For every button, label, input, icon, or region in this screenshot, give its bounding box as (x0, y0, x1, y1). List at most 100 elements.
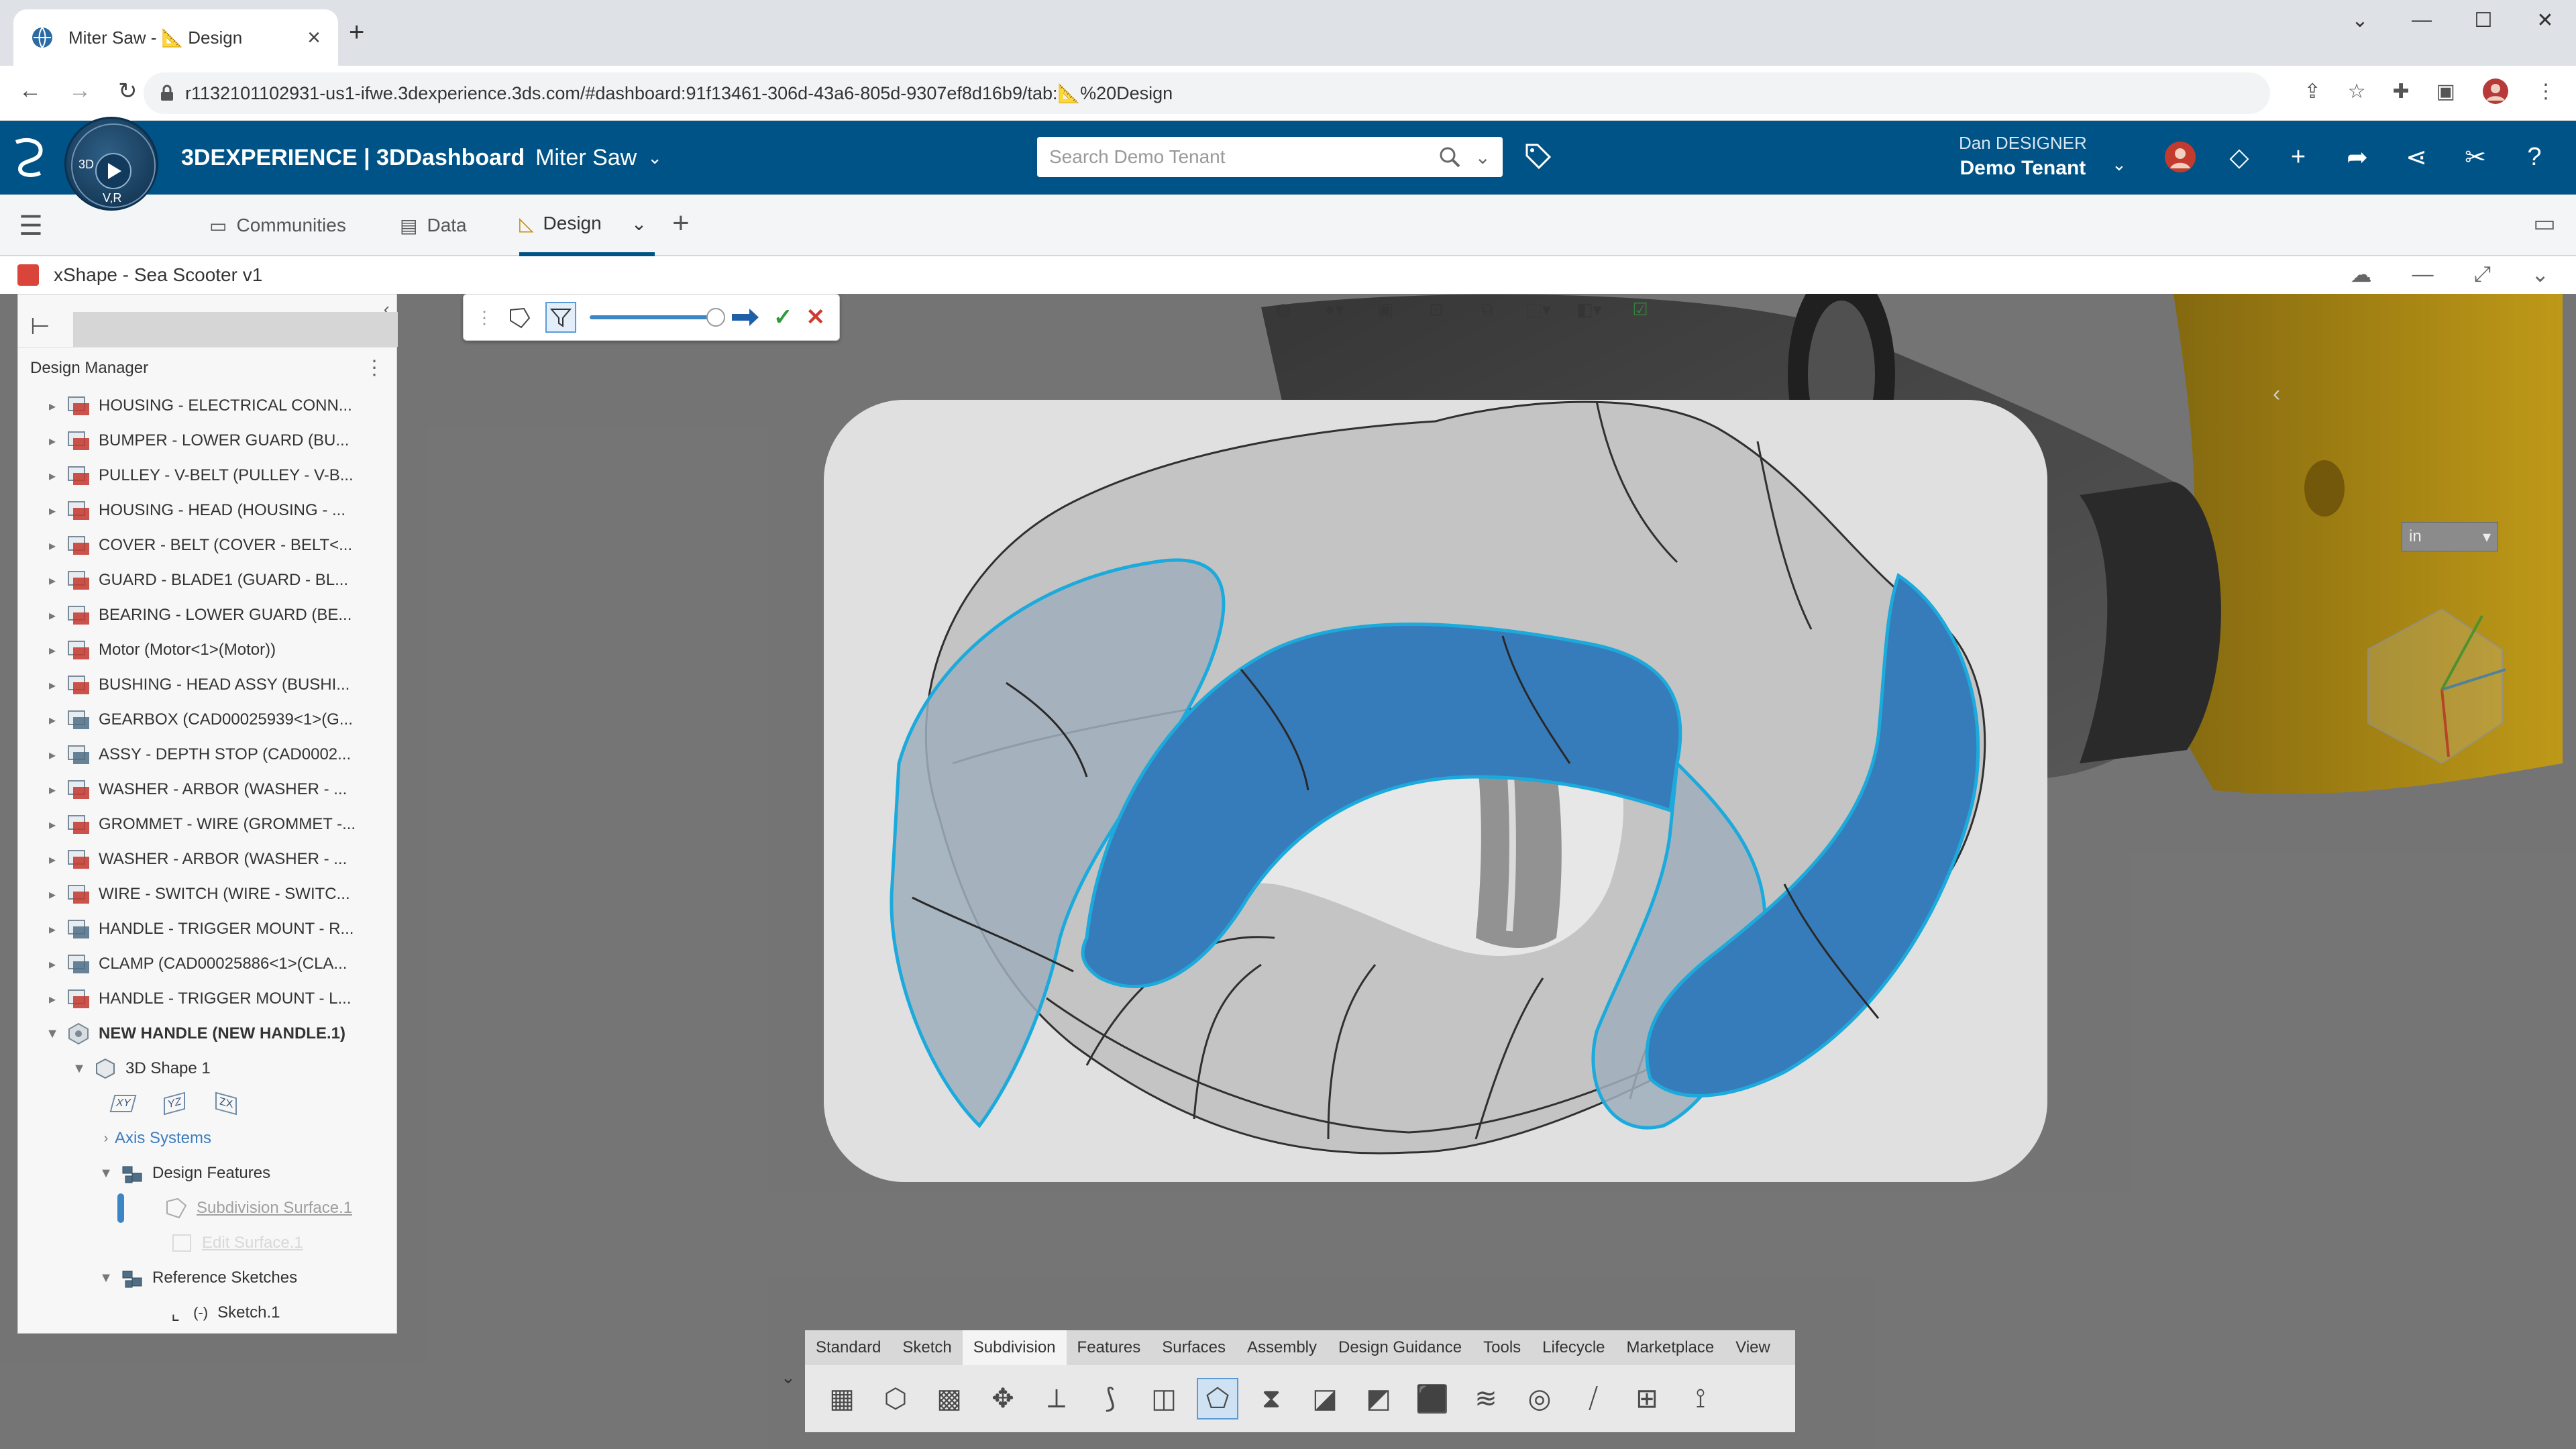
cube-icon[interactable]: ⬡ (875, 1378, 916, 1419)
units-select[interactable]: in ▾ (2402, 522, 2498, 551)
render-style-icon[interactable]: ◍ (1268, 294, 1299, 325)
sphere-icon[interactable]: ◎ (1519, 1378, 1560, 1419)
action-tab[interactable]: Subdivision (962, 1330, 1067, 1365)
action-tab[interactable]: View (1725, 1330, 1781, 1365)
capture-icon[interactable]: ▣ (1370, 294, 1401, 325)
add-tab-icon[interactable]: + (672, 207, 690, 240)
expand-arrow-icon[interactable]: ▸ (44, 921, 61, 938)
subdivide-icon[interactable]: ▩ (928, 1378, 970, 1419)
extensions-icon[interactable]: ✚ (2393, 80, 2410, 103)
notifications-icon[interactable]: ◇ (2219, 137, 2259, 177)
expand-arrow-icon[interactable]: ▸ (44, 433, 61, 449)
zoom-area-icon[interactable]: ⧉ (1472, 294, 1503, 325)
fullscreen-icon[interactable]: ⤢ (2474, 262, 2491, 287)
maximize-icon[interactable]: ☐ (2453, 0, 2514, 40)
expand-arrow-icon[interactable]: ▸ (44, 991, 61, 1008)
minimize-icon[interactable]: — (2391, 0, 2453, 40)
tree-row-reference-sketches[interactable]: ▼ Reference Sketches (18, 1260, 396, 1295)
confirm-check-icon[interactable]: ✓ (773, 304, 793, 331)
network-share-icon[interactable]: ⋖ (2396, 137, 2436, 177)
globe-view-icon[interactable]: ●▾ (1319, 294, 1350, 325)
action-tab[interactable]: Features (1067, 1330, 1152, 1365)
share-content-icon[interactable]: ➦ (2337, 137, 2377, 177)
sidebar-icon[interactable]: ▣ (2436, 80, 2455, 103)
yz-plane-icon[interactable]: YZ (164, 1091, 186, 1116)
face-icon[interactable]: ◫ (1143, 1378, 1185, 1419)
tree-row-part[interactable]: ▸ WASHER - ARBOR (WASHER - ... (18, 772, 396, 807)
expand-arrow-icon[interactable]: ▸ (44, 956, 61, 973)
tree-row-part[interactable]: ▸ GROMMET - WIRE (GROMMET -... (18, 807, 396, 842)
subdivision-surface-tool-icon[interactable]: ⬠ (1197, 1378, 1238, 1419)
tree-row-part[interactable]: ▸ COVER - BELT (COVER - BELT<... (18, 528, 396, 563)
user-avatar-icon[interactable] (2160, 137, 2200, 177)
expand-arrow-icon[interactable]: ▸ (44, 677, 61, 694)
user-chevron-icon[interactable]: ⌄ (2112, 154, 2127, 175)
expand-arrow-icon[interactable]: ▸ (44, 607, 61, 624)
tree-filter-bar[interactable] (73, 312, 398, 347)
tree-row-part[interactable]: ▸ HOUSING - ELECTRICAL CONN... (18, 388, 396, 423)
face-selection-icon[interactable] (506, 305, 532, 330)
tree-row-part[interactable]: ▸ BEARING - LOWER GUARD (BE... (18, 598, 396, 633)
expand-arrow-icon[interactable]: ▸ (44, 747, 61, 763)
loft-icon[interactable]: ⧗ (1250, 1378, 1292, 1419)
tree-row-part[interactable]: ▸ GEARBOX (CAD00025939<1>(G... (18, 702, 396, 737)
tree-row-part[interactable]: ▸ HANDLE - TRIGGER MOUNT - L... (18, 981, 396, 1016)
view-mode-icon[interactable]: ◧▾ (1574, 294, 1605, 325)
action-tab[interactable]: Standard (805, 1330, 892, 1365)
back-icon[interactable]: ← (19, 78, 42, 105)
search-box[interactable]: Search Demo Tenant ⌄ (1037, 137, 1503, 177)
tree-row-hidden-feature[interactable]: Edit Surface.1 (18, 1226, 396, 1260)
action-tab[interactable]: Sketch (892, 1330, 962, 1365)
tree-row-sketch[interactable]: ⌞ (-) Sketch.1 (18, 1295, 396, 1330)
tree-row-part[interactable]: ▸ WASHER - ARBOR (WASHER - ... (18, 842, 396, 877)
profile-avatar-icon[interactable] (2482, 78, 2509, 105)
tree-row-part[interactable]: ▸ CLAMP (CAD00025886<1>(CLA... (18, 947, 396, 981)
chevron-down-icon[interactable]: ⌄ (647, 148, 662, 168)
drag-handle-icon[interactable]: ⋮ (476, 307, 493, 328)
fit-all-icon[interactable]: ⊡ (1421, 294, 1452, 325)
browser-menu-icon[interactable]: ⋮ (2536, 80, 2556, 103)
expand-arrow-icon[interactable]: ▸ (44, 886, 61, 903)
tag-icon[interactable] (1523, 141, 1554, 172)
section-icon[interactable]: ⬚▾ (1523, 294, 1554, 325)
tab-search-icon[interactable]: ⌄ (2329, 0, 2391, 40)
delete-face-icon[interactable]: ⬛ (1411, 1378, 1453, 1419)
solid-icon[interactable]: ◩ (1358, 1378, 1399, 1419)
user-menu[interactable]: Dan DESIGNER Demo Tenant (1959, 130, 2087, 181)
tree-row-subdivision-surface[interactable]: Subdivision Surface.1 (18, 1191, 396, 1226)
expand-arrow-icon[interactable]: ▸ (44, 572, 61, 589)
tree-row-part[interactable]: ▸ BUSHING - HEAD ASSY (BUSHI... (18, 667, 396, 702)
expand-arrow-icon[interactable]: › (97, 1131, 115, 1146)
expand-arrow-icon[interactable]: ▼ (97, 1166, 115, 1181)
tree-view-icon[interactable]: ⊢ (30, 313, 50, 340)
surface-patch-icon[interactable]: ◪ (1304, 1378, 1346, 1419)
tab-chevron-icon[interactable]: ⌄ (631, 213, 647, 235)
action-tab[interactable]: Lifecycle (1532, 1330, 1615, 1365)
expand-arrow-icon[interactable]: ▼ (70, 1061, 88, 1077)
selection-slider[interactable] (590, 308, 725, 327)
cancel-x-icon[interactable]: ✕ (806, 304, 826, 331)
expand-arrow-icon[interactable]: ▼ (97, 1271, 115, 1286)
new-tab-button[interactable]: + (349, 17, 364, 48)
close-window-icon[interactable]: ✕ (2514, 0, 2576, 40)
action-tab[interactable]: Marketplace (1616, 1330, 1725, 1365)
3ds-logo-icon[interactable] (9, 129, 50, 182)
expand-arrow-icon[interactable]: ▸ (44, 851, 61, 868)
3d-viewer[interactable]: in ▾ ‹ ‹ ⊢ Design Manager ⋮ ▸ HOUSING - E… (0, 294, 2576, 1449)
validation-icon[interactable]: ☑ (1625, 294, 1656, 325)
reload-icon[interactable]: ↻ (118, 78, 138, 105)
search-options-chevron-icon[interactable]: ⌄ (1475, 146, 1491, 168)
close-tab-icon[interactable]: × (307, 25, 321, 51)
zx-plane-icon[interactable]: ZX (215, 1091, 237, 1116)
collapse-right-panel-icon[interactable]: ‹ (2273, 381, 2280, 407)
next-arrow-icon[interactable] (731, 306, 760, 329)
expand-arrow-icon[interactable]: ▸ (44, 816, 61, 833)
search-input[interactable]: Search Demo Tenant (1049, 146, 1438, 168)
slice-icon[interactable]: ⧸ (1572, 1378, 1614, 1419)
tools-icon[interactable]: ✂ (2455, 137, 2496, 177)
expand-arrow-icon[interactable]: ▼ (44, 1026, 61, 1042)
tree-row-part[interactable]: ▸ Motor (Motor<1>(Motor)) (18, 633, 396, 667)
action-tab[interactable]: Design Guidance (1328, 1330, 1472, 1365)
tree-row-3d-shape[interactable]: ▼ 3D Shape 1 (18, 1051, 396, 1086)
action-tab[interactable]: Surfaces (1151, 1330, 1236, 1365)
